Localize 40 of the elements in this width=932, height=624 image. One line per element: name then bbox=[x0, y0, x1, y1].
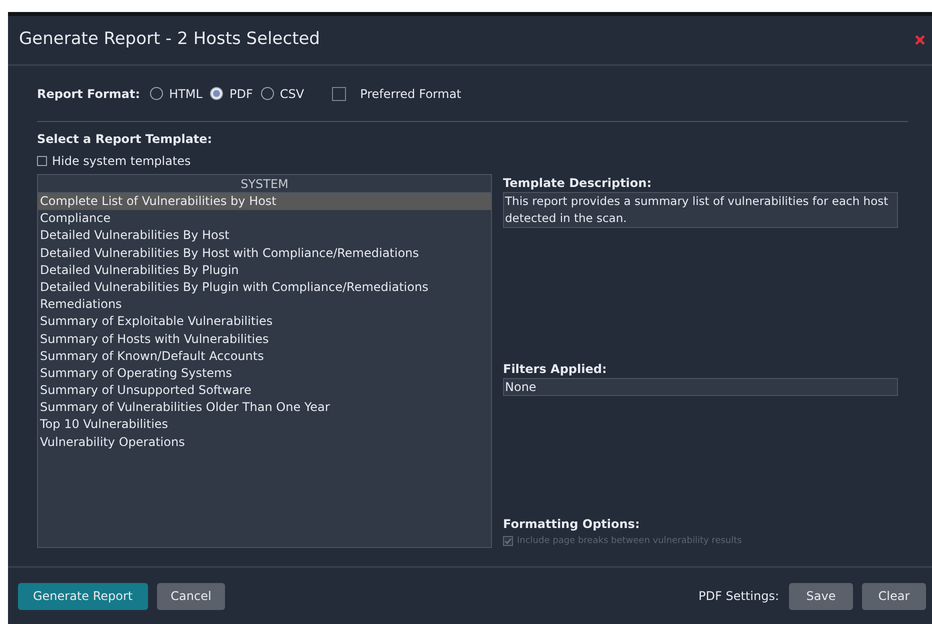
radio-label: HTML bbox=[169, 86, 202, 102]
list-item[interactable]: Top 10 Vulnerabilities bbox=[38, 416, 491, 434]
radio-button[interactable] bbox=[210, 87, 224, 100]
section-title: Template Description: bbox=[503, 175, 652, 192]
radio-button[interactable] bbox=[150, 87, 164, 100]
checkbox-label: Hide system templates bbox=[52, 153, 191, 170]
filters-box: None bbox=[503, 378, 898, 396]
close-icon[interactable] bbox=[915, 35, 925, 45]
window-title: Generate Report - 2 Hosts Selected bbox=[19, 28, 320, 52]
clear-button[interactable]: Clear bbox=[862, 582, 926, 610]
list-item[interactable]: Detailed Vulnerabilities By Plugin with Compliance/Remediations bbox=[38, 278, 491, 296]
section-title: Select a Report Template: bbox=[37, 131, 214, 148]
list-item[interactable]: Detailed Vulnerabilities By Host bbox=[38, 227, 491, 245]
list-item[interactable]: Summary of Operating Systems bbox=[38, 364, 491, 382]
checkbox[interactable] bbox=[332, 86, 346, 100]
list-item[interactable]: Summary of Exploitable Vulnerabilities bbox=[38, 313, 491, 330]
generate-report-button[interactable]: Generate Report bbox=[18, 582, 148, 610]
checkbox[interactable] bbox=[37, 156, 47, 166]
list-item[interactable]: Complete List of Vulnerabilities by Host bbox=[38, 193, 491, 210]
cancel-button[interactable]: Cancel bbox=[156, 582, 226, 610]
list-item[interactable]: Remediations bbox=[38, 296, 491, 314]
list-item[interactable]: Summary of Vulnerabilities Older Than One Year bbox=[38, 399, 491, 416]
list-item[interactable]: Summary of Known/Default Accounts bbox=[38, 348, 491, 365]
field-label: Report Format: bbox=[37, 86, 140, 102]
list-item[interactable]: Detailed Vulnerabilities By Host with Compliance/Remediations bbox=[38, 244, 491, 262]
pdf-settings-label: PDF Settings: bbox=[698, 588, 779, 605]
list-item[interactable]: Detailed Vulnerabilities By Plugin bbox=[38, 262, 491, 279]
list-item[interactable]: Summary of Unsupported Software bbox=[38, 382, 491, 400]
section-title: Filters Applied: bbox=[503, 361, 608, 378]
checkbox-label: Include page breaks between vulnerability results bbox=[517, 534, 742, 548]
radio-button[interactable] bbox=[260, 87, 274, 100]
list-item[interactable]: Compliance bbox=[38, 210, 491, 228]
radio-label: CSV bbox=[280, 86, 304, 102]
list-item[interactable]: Vulnerability Operations bbox=[38, 434, 491, 451]
radio-label: PDF bbox=[229, 86, 253, 102]
save-button[interactable]: Save bbox=[789, 582, 853, 610]
description-box: This report provides a summary list of vulnerabilities for each host detected in the scan. bbox=[503, 192, 898, 228]
checkbox-label: Preferred Format bbox=[360, 86, 462, 102]
section-title: Formatting Options: bbox=[503, 516, 641, 532]
list-item[interactable]: Summary of Hosts with Vulnerabilities bbox=[38, 330, 491, 348]
